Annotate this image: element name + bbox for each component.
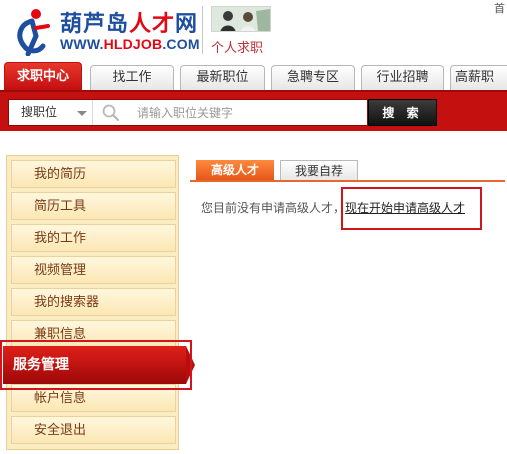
tab-job-center[interactable]: 求职中心 (4, 62, 82, 90)
page-section-label: 个人求职 (211, 41, 264, 56)
sidebar-item-my-jobs[interactable]: 我的工作 (11, 224, 176, 252)
search-bar: 搜职位 搜 索 (0, 90, 507, 131)
sidebar-item-video-management[interactable]: 视频管理 (11, 256, 176, 284)
sidebar-menu: 我的简历 简历工具 我的工作 视频管理 我的搜索器 兼职信息 服务管理 帐户信息… (3, 155, 195, 450)
no-application-notice: 您目前没有申请高级人才， (201, 201, 346, 215)
logo-cn-part1: 葫芦岛 (60, 12, 130, 37)
tab-find-job[interactable]: 找工作 (90, 65, 174, 90)
tab-latest-jobs[interactable]: 最新职位 (180, 65, 265, 90)
logo-figure-icon (17, 9, 50, 56)
highlight-box-service-management (0, 340, 192, 390)
logo-text-cn: 葫芦岛人才网 (60, 6, 198, 38)
logo-url: WWW.HLDJOB.COM (60, 36, 200, 52)
search-box: 搜职位 (8, 99, 368, 126)
content-tabs: 高级人才 我要自荐 (190, 160, 505, 182)
home-link[interactable]: 首 (494, 0, 505, 16)
job-seeker-photo (211, 6, 271, 32)
sidebar-item-logout[interactable]: 安全退出 (11, 416, 176, 444)
logo-url-part1: WWW. (60, 36, 104, 52)
sidebar-item-my-resume[interactable]: 我的简历 (11, 160, 176, 188)
site-logo[interactable]: 葫芦岛人才网 WWW.HLDJOB.COM (10, 4, 200, 56)
logo-url-part3: .COM (162, 36, 200, 52)
sidebar-item-my-search-agent[interactable]: 我的搜索器 (11, 288, 176, 316)
people-photo-icon (212, 7, 270, 31)
site-header: 葫芦岛人才网 WWW.HLDJOB.COM 个人求职 首 (0, 0, 507, 62)
search-type-select[interactable]: 搜职位 (9, 100, 93, 125)
logo-cn-part3: 网 (175, 12, 199, 37)
main-nav-tabs: 求职中心 找工作 最新职位 急聘专区 行业招聘 高薪职 (0, 62, 507, 90)
tab-self-recommend[interactable]: 我要自荐 (280, 160, 358, 180)
logo-cn-part2: 人才 (129, 12, 176, 37)
search-input[interactable] (137, 102, 362, 123)
tab-senior-talent[interactable]: 高级人才 (196, 160, 274, 180)
tab-high-salary[interactable]: 高薪职 (450, 65, 507, 90)
search-button[interactable]: 搜 索 (368, 99, 437, 126)
tab-industry-hiring[interactable]: 行业招聘 (361, 65, 444, 90)
dropdown-arrow-icon (77, 111, 87, 116)
search-icon (102, 104, 120, 122)
highlight-box-apply-link (341, 187, 482, 230)
tab-urgent-hiring[interactable]: 急聘专区 (271, 65, 355, 90)
header-divider (202, 6, 203, 54)
sidebar-item-resume-tools[interactable]: 简历工具 (11, 192, 176, 220)
logo-url-part2: HLDJOB (103, 36, 163, 52)
search-type-value: 搜职位 (21, 105, 58, 119)
